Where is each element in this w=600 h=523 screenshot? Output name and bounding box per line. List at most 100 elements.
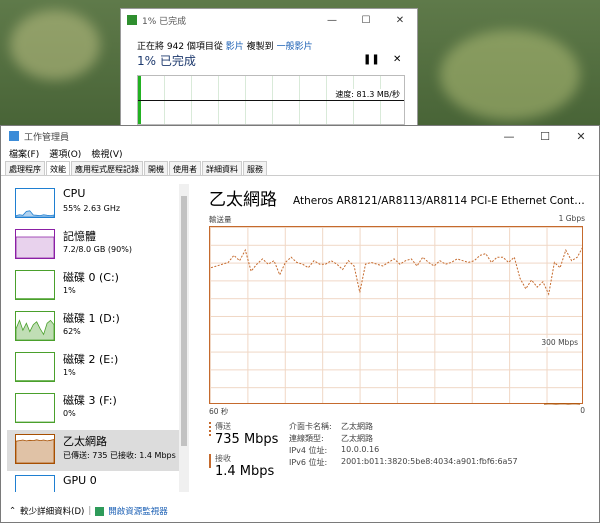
less-details-link[interactable]: 較少詳細資料(D) (20, 505, 84, 517)
tab-details[interactable]: 詳細資料 (202, 161, 242, 175)
sidebar-thumbnail (15, 188, 55, 218)
sidebar-mini-graph-area (15, 438, 55, 464)
copy-status-mid: 複製到 (246, 42, 274, 52)
maximize-button[interactable]: ☐ (527, 130, 563, 143)
sidebar-thumbnail (15, 393, 55, 423)
send-legend-marker (209, 422, 211, 436)
send-value: 735 Mbps (215, 432, 279, 447)
task-manager-window: 工作管理員 — ☐ ✕ 檔案(F) 選項(O) 檢視(V) 處理程序 效能 應用… (0, 125, 600, 523)
copy-speed-line (138, 100, 404, 101)
sidebar-item[interactable]: 磁碟 0 (C:) 1% (7, 266, 179, 307)
tab-performance[interactable]: 效能 (46, 161, 70, 175)
sidebar-item-value: 62% (63, 327, 81, 336)
sidebar-mini-graph (15, 319, 55, 341)
sidebar-thumbnail (15, 229, 55, 259)
sidebar-item-value: 0% (63, 409, 76, 418)
sidebar-item-label: 磁碟 2 (E:) (63, 353, 119, 366)
prop-ipv6-value: 2001:b011:3820:5be8:4034:a901:fbf6:6a57 (341, 457, 518, 466)
recv-legend-marker (209, 454, 211, 468)
recv-value: 1.4 Mbps (215, 464, 275, 479)
sidebar-item[interactable]: CPU 55% 2.63 GHz (7, 184, 179, 225)
sidebar-mini-graph (15, 438, 55, 464)
menu-options[interactable]: 選項(O) (49, 147, 81, 160)
copy-dialog-titlebar: 1% 已完成 — ☐ ✕ (121, 9, 417, 31)
pause-button[interactable]: ❚❚ (363, 54, 380, 65)
sidebar-mini-graph-area (15, 319, 55, 341)
tab-users[interactable]: 使用者 (169, 161, 201, 175)
prop-ipv4-value: 10.0.0.16 (341, 445, 380, 454)
sidebar-item-value: 已傳送: 735 已接收: 1.4 Mbps (63, 451, 176, 460)
copy-destination-link[interactable]: 一般影片 (277, 42, 313, 52)
footer-bar: ⌃ 較少詳細資料(D) | 開啟資源監視器 (1, 499, 599, 523)
sidebar-item-label: 磁碟 0 (C:) (63, 271, 119, 284)
sidebar-mini-graph (15, 380, 55, 382)
x-axis-left-label: 60 秒 (209, 407, 229, 416)
x-axis-right-label: 0 (580, 406, 585, 415)
sidebar-item-value: Radeon(TM) RX 460 Graphics (63, 491, 179, 492)
collapse-icon[interactable]: ⌃ (9, 506, 16, 516)
minimize-button[interactable]: — (491, 130, 527, 143)
prop-ipv6-key: IPv6 位址: (289, 458, 328, 467)
sidebar-item[interactable]: 記憶體 7.2/8.0 GB (90%) (7, 225, 179, 266)
sidebar-item-label: 磁碟 3 (F:) (63, 394, 117, 407)
sidebar-mini-graph (15, 298, 55, 300)
menu-bar: 檔案(F) 選項(O) 檢視(V) (1, 146, 599, 161)
sidebar-item-value: 1% (63, 286, 76, 295)
sidebar-mini-graph (16, 421, 54, 423)
prop-ipv4-key: IPv4 位址: (289, 446, 328, 455)
close-button[interactable]: ✕ (383, 15, 417, 26)
throughput-plot (210, 246, 584, 405)
copy-dialog-title: 1% 已完成 (142, 16, 187, 27)
copy-icon (127, 15, 137, 25)
tab-services[interactable]: 服務 (243, 161, 267, 175)
task-manager-title: 工作管理員 (24, 132, 70, 143)
sidebar-item-label: 記憶體 (63, 230, 96, 243)
sidebar-item-label: CPU (63, 187, 86, 200)
prop-adapter-value: 乙太網路 (341, 422, 373, 431)
sidebar-mini-graph (15, 210, 55, 218)
copy-progress-dialog: 1% 已完成 — ☐ ✕ 正在將 942 個項目從 影片 複製到 一般影片 1%… (120, 8, 418, 126)
sidebar-scrollbar[interactable] (179, 184, 189, 492)
tab-app-history[interactable]: 應用程式歷程記錄 (71, 161, 143, 175)
sidebar-mini-graph (16, 476, 54, 492)
sidebar-mini-graph (15, 236, 55, 259)
copy-speed-text: 速度: 81.3 MB/秒 (335, 89, 400, 100)
sidebar-mini-graph-area (15, 236, 55, 259)
adapter-name: Atheros AR8121/AR8113/AR8114 PCI-E Ether… (293, 195, 587, 207)
menu-view[interactable]: 檢視(V) (91, 147, 122, 160)
sidebar-mini-graph-area (15, 210, 55, 218)
sidebar-item[interactable]: 磁碟 3 (F:) 0% (7, 389, 179, 430)
sidebar-item[interactable]: GPU 0 Radeon(TM) RX 460 Graphics (7, 471, 179, 492)
ethernet-detail-pane: 乙太網路 Atheros AR8121/AR8113/AR8114 PCI-E … (201, 184, 593, 492)
sidebar-item[interactable]: 磁碟 2 (E:) 1% (7, 348, 179, 389)
send-label: 傳送 (215, 422, 231, 431)
resource-sidebar: CPU 55% 2.63 GHz 記憶體 7.2/8.0 GB (90%) 磁碟 0 (… (7, 184, 179, 492)
throughput-chart: 300 Mbps (209, 226, 584, 405)
scrollbar-thumb[interactable] (181, 196, 187, 446)
menu-file[interactable]: 檔案(F) (9, 147, 39, 160)
tab-processes[interactable]: 處理程序 (5, 161, 45, 175)
sidebar-item[interactable]: 磁碟 1 (D:) 62% (7, 307, 179, 348)
copy-percent: 1% 已完成 (137, 54, 196, 68)
tab-startup[interactable]: 開機 (144, 161, 168, 175)
send-series-line (210, 246, 584, 296)
sidebar-item-label: 乙太網路 (63, 435, 107, 448)
prop-conn-key: 連線類型: (289, 434, 324, 443)
cancel-copy-button[interactable]: ✕ (393, 54, 401, 65)
prop-adapter-key: 介面卡名稱: (289, 422, 332, 431)
open-resource-monitor-link[interactable]: 開啟資源監視器 (108, 505, 168, 517)
copy-status-prefix: 正在將 942 個項目從 (137, 42, 223, 52)
copy-source-link[interactable]: 影片 (226, 42, 244, 52)
minimize-button[interactable]: — (315, 15, 349, 26)
detail-title: 乙太網路 (209, 190, 277, 210)
resource-monitor-icon (95, 506, 105, 516)
close-button[interactable]: ✕ (563, 130, 599, 143)
wallpaper-foliage (10, 10, 100, 80)
max-scale-label: 1 Gbps (558, 214, 585, 223)
task-manager-icon (9, 131, 19, 141)
sidebar-thumbnail (15, 311, 55, 341)
sidebar-item[interactable]: 乙太網路已傳送: 735 已接收: 1.4 Mbps (7, 430, 179, 471)
recv-label: 接收 (215, 454, 231, 463)
maximize-button[interactable]: ☐ (349, 15, 383, 26)
sidebar-thumbnail (15, 270, 55, 300)
